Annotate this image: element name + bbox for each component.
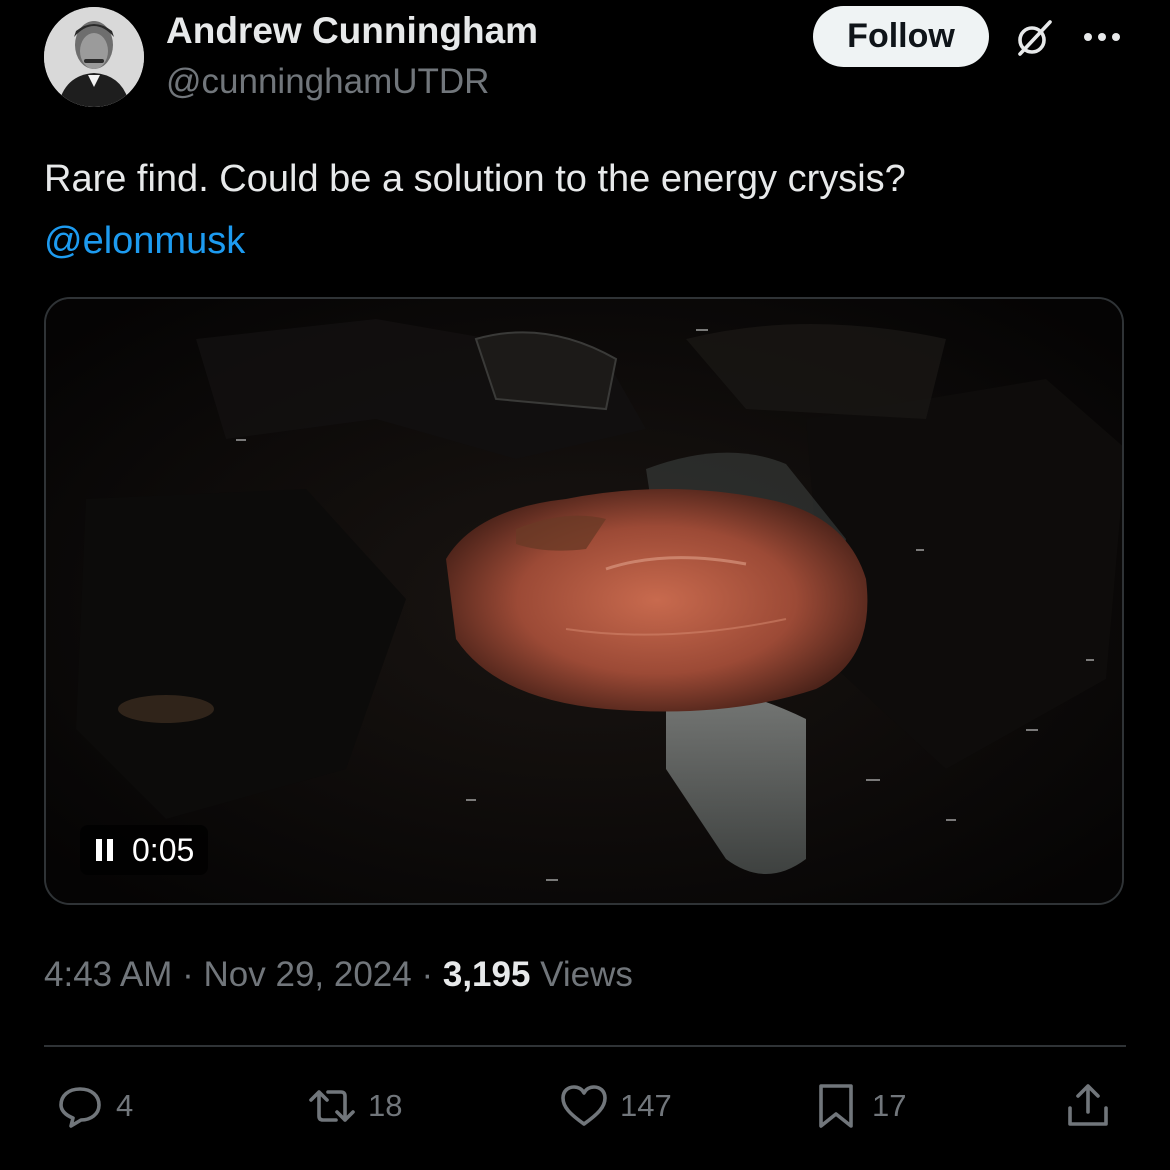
pause-icon[interactable] [92,837,118,863]
tweet-date[interactable]: Nov 29, 2024 [204,955,412,994]
repost-button[interactable]: 18 [306,1080,402,1132]
author-handle[interactable]: @cunninghamUTDR [166,62,489,102]
meta-separator: · [411,955,443,994]
meta-separator: · [172,955,204,994]
avatar-portrait [44,7,144,107]
reply-count: 4 [116,1088,134,1123]
mention-link[interactable]: @elonmusk [44,210,906,272]
video-time: 0:05 [132,831,195,868]
tweet-body: Rare find. Could be a solution to the en… [44,158,906,200]
action-bar: 4 18 147 17 [0,1080,1170,1140]
views-count: 3,195 [442,955,531,994]
tweet-time[interactable]: 4:43 AM [44,955,172,994]
more-icon[interactable] [1082,30,1122,44]
tweet-text: Rare find. Could be a solution to the en… [44,148,906,272]
divider [44,1045,1126,1047]
bookmark-icon [819,1084,853,1128]
reply-icon [59,1087,101,1128]
reply-button[interactable]: 4 [54,1080,133,1132]
video-player[interactable]: 0:05 [44,297,1124,905]
share-button[interactable] [1062,1080,1114,1132]
bookmark-button[interactable]: 17 [810,1080,906,1132]
repost-icon [309,1090,355,1122]
views-label: Views [530,955,633,994]
grok-icon[interactable] [1012,16,1056,60]
like-button[interactable]: 147 [558,1080,672,1132]
avatar[interactable] [44,7,144,107]
repost-count: 18 [368,1088,403,1123]
follow-button[interactable]: Follow [813,6,989,67]
video-frame [46,299,1122,903]
share-icon [1068,1084,1108,1126]
tweet-meta: 4:43 AM · Nov 29, 2024 · 3,195 Views [44,955,633,995]
like-count: 147 [620,1088,672,1123]
heart-icon [561,1085,607,1126]
video-timer[interactable]: 0:05 [80,825,209,875]
author-name[interactable]: Andrew Cunningham [166,10,538,52]
bookmark-count: 17 [872,1088,907,1123]
